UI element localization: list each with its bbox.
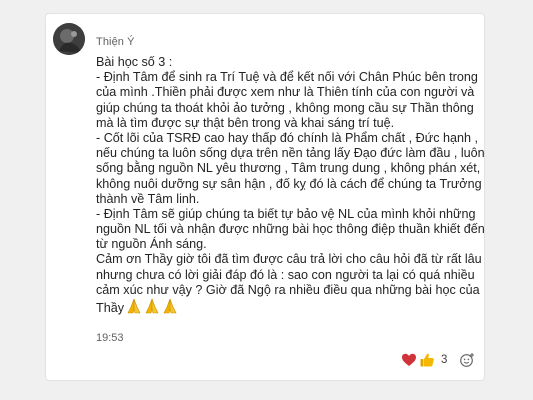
message-line: Cảm ơn Thầy giờ tôi đã tìm được câu trả …	[96, 252, 482, 267]
message-line: nếu chúng ta luôn sống dựa trên nền tảng…	[96, 146, 485, 161]
message-timestamp: 19:53	[96, 332, 124, 344]
message-line: mà là tìm được sự thật bên trong và khai…	[96, 115, 395, 130]
message-line: không nuôi dưỡng sự sân hận , đố kỵ đó l…	[96, 176, 482, 191]
message-line: - Định Tâm sẽ giúp chúng ta biết tự bảo …	[96, 206, 476, 221]
message-line: sống bằng nguồn NL yêu thương , Tâm trun…	[96, 161, 481, 176]
heart-icon[interactable]	[401, 352, 417, 368]
message-line: - Định Tâm để sinh ra Trí Tuệ và để kết …	[96, 70, 478, 85]
message-line: - Cốt lõi của TSRĐ cao hay thấp đó chính…	[96, 130, 479, 145]
message-line: cảm xúc như vậy ? Giờ đã Ngộ ra nhiều đi…	[96, 282, 480, 297]
message-line: giúp chúng ta thoát khỏi ảo tưởng , khôn…	[96, 100, 474, 115]
folded-hands-icon	[126, 298, 142, 318]
chat-message-card: Thiện Ý Bài học số 3 : - Định Tâm để sin…	[45, 13, 485, 381]
frame-background: Thiện Ý Bài học số 3 : - Định Tâm để sin…	[0, 0, 533, 400]
message-line: nhưng chưa có lời giải đáp đó là : sao c…	[96, 267, 475, 282]
folded-hands-icon	[162, 298, 178, 318]
thumbs-up-icon[interactable]	[419, 352, 435, 368]
reactions-bar[interactable]: 3	[401, 350, 475, 370]
message-line: Bài học số 3 :	[96, 55, 173, 69]
reaction-count[interactable]: 3	[441, 354, 447, 366]
message-line-last: Thầy	[96, 298, 482, 315]
message-line: nguồn NL tối và nhận được những bài học …	[96, 222, 485, 237]
message-line: từ nguồn Ánh sáng.	[96, 237, 207, 252]
folded-hands-icon	[144, 298, 160, 318]
message-line: thành về Tâm linh.	[96, 191, 200, 206]
message-line-text: Thầy	[96, 301, 124, 315]
add-reaction-icon[interactable]	[459, 352, 475, 368]
message-body: Bài học số 3 : - Định Tâm để sinh ra Trí…	[96, 55, 485, 315]
avatar-image	[53, 23, 85, 55]
message-line: của mình .Thiền phải được xem như là Thi…	[96, 85, 475, 100]
sender-name[interactable]: Thiện Ý	[96, 36, 135, 48]
avatar[interactable]	[53, 23, 85, 55]
